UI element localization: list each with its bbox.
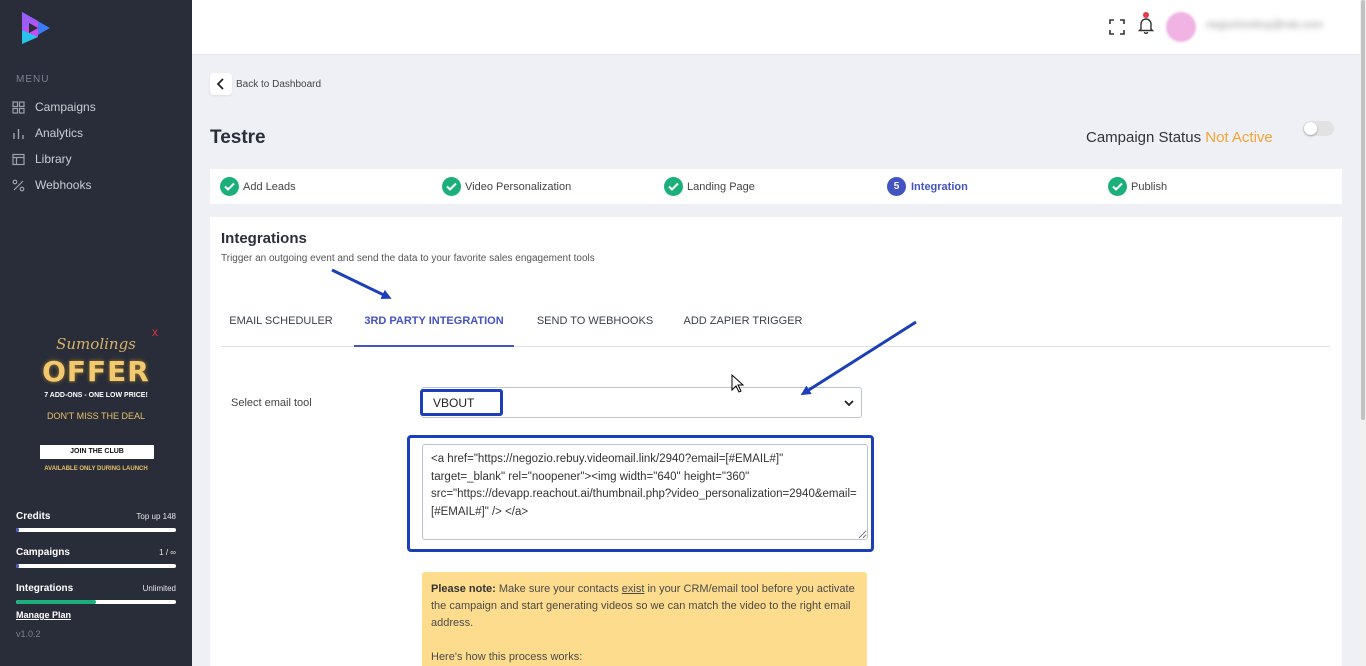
sidebar-item-label: Webhooks <box>35 178 92 192</box>
step-label: Add Leads <box>243 180 296 193</box>
status-label: Campaign Status <box>1086 129 1202 146</box>
campaign-status-toggle[interactable] <box>1303 121 1334 136</box>
sidebar-item-webhooks[interactable]: Webhooks <box>12 175 91 195</box>
tab-add-zapier-trigger[interactable]: ADD ZAPIER TRIGGER <box>676 305 810 347</box>
campaign-status: Campaign Status Not Active <box>1086 129 1273 146</box>
integrations-subtitle: Trigger an outgoing event and send the d… <box>221 253 595 264</box>
promo-script-title: Sumolings <box>56 335 136 353</box>
toggle-knob <box>1304 122 1317 135</box>
sidebar-item-library[interactable]: Library <box>12 149 72 169</box>
check-circle-icon <box>220 177 239 196</box>
topbar: negoziorebuy@reb.com <box>192 0 1360 55</box>
integration-tabs: EMAIL SCHEDULER 3RD PARTY INTEGRATION SE… <box>221 305 1330 347</box>
user-name[interactable]: negoziorebuy@reb.com <box>1206 19 1336 33</box>
promo-tagline: DON'T MISS THE DEAL <box>47 411 145 421</box>
step-label: Publish <box>1131 180 1168 193</box>
check-circle-icon <box>664 177 683 196</box>
usage-label: Credits <box>16 511 51 522</box>
note-bold: Please note: <box>431 583 496 595</box>
usage-credits: Credits Top up 148 <box>16 511 176 532</box>
webhook-icon <box>12 179 25 191</box>
step-label: Landing Page <box>687 180 755 193</box>
promo-offer-title: OFFER <box>42 355 150 388</box>
select-value: VBOUT <box>433 396 475 410</box>
sidebar-item-campaigns[interactable]: Campaigns <box>12 97 96 117</box>
credits-progress-fill <box>16 528 20 532</box>
note-paragraph: Please note: Make sure your contacts exi… <box>431 581 858 632</box>
integrations-title: Integrations <box>221 230 307 247</box>
campaigns-progress-bar <box>16 564 176 568</box>
bell-icon[interactable] <box>1137 16 1155 34</box>
note-panel: Please note: Make sure your contacts exi… <box>422 572 867 666</box>
sidebar-item-label: Analytics <box>35 126 84 140</box>
step-publish[interactable]: Publish <box>1108 177 1167 196</box>
step-label: Integration <box>911 180 968 193</box>
note-text: Make sure your contacts <box>495 583 622 595</box>
fullscreen-icon[interactable] <box>1108 18 1126 36</box>
campaign-stepper: Add Leads Video Personalization Landing … <box>210 169 1342 204</box>
note-process: Here's how this process works: <box>431 651 583 663</box>
library-icon <box>12 153 25 165</box>
step-video-personalization[interactable]: Video Personalization <box>442 177 571 196</box>
select-email-tool-label: Select email tool <box>231 397 312 409</box>
usage-integrations: Integrations Unlimited <box>16 583 176 604</box>
page-title: Testre <box>210 127 266 148</box>
scrollbar-thumb[interactable] <box>1361 0 1365 420</box>
campaigns-progress-fill <box>16 564 20 568</box>
chevron-down-icon <box>844 400 854 407</box>
bar-chart-icon <box>13 128 24 139</box>
check-circle-icon <box>442 177 461 196</box>
integrations-progress-bar <box>16 600 176 604</box>
promo-footer: AVAILABLE ONLY DURING LAUNCH <box>44 466 148 472</box>
back-button[interactable] <box>210 73 232 95</box>
integrations-card: Integrations Trigger an outgoing event a… <box>210 217 1342 666</box>
promo-subtitle: 7 ADD-ONS - ONE LOW PRICE! <box>44 392 148 399</box>
usage-label: Integrations <box>16 583 74 594</box>
avatar[interactable] <box>1166 12 1196 42</box>
back-to-dashboard-link[interactable]: Back to Dashboard <box>236 79 321 90</box>
step-landing-page[interactable]: Landing Page <box>664 177 755 196</box>
sidebar: MENU Campaigns Analytics Library Webhook… <box>0 0 192 666</box>
app-version: v1.0.2 <box>16 629 41 639</box>
chevron-left-icon <box>216 78 224 90</box>
tab-send-to-webhooks[interactable]: SEND TO WEBHOOKS <box>524 305 666 347</box>
step-label: Video Personalization <box>465 180 572 193</box>
manage-plan-link[interactable]: Manage Plan <box>16 610 71 620</box>
tab-email-scheduler[interactable]: EMAIL SCHEDULER <box>221 305 341 347</box>
sidebar-item-analytics[interactable]: Analytics <box>12 123 83 143</box>
usage-value: 1 / ∞ <box>159 548 176 557</box>
step-number: 5 <box>887 177 906 196</box>
exist-link[interactable]: exist <box>622 583 645 595</box>
sidebar-item-label: Campaigns <box>35 100 96 114</box>
menu-label: MENU <box>16 74 50 85</box>
grid-icon <box>12 100 25 114</box>
embed-code-textarea[interactable]: <a href="https://negozio.rebuy.videomail… <box>422 444 868 540</box>
step-integration[interactable]: 5 Integration <box>887 177 968 196</box>
usage-campaigns: Campaigns 1 / ∞ <box>16 547 176 568</box>
sidebar-item-label: Library <box>35 152 72 166</box>
email-tool-select[interactable]: VBOUT <box>421 387 862 418</box>
mouse-cursor-icon <box>731 374 745 393</box>
tab-3rd-party-integration[interactable]: 3RD PARTY INTEGRATION <box>354 305 514 347</box>
integrations-progress-fill <box>16 600 96 604</box>
promo-banner[interactable]: x Sumolings OFFER 7 ADD-ONS - ONE LOW PR… <box>28 325 168 485</box>
notification-badge <box>1143 12 1149 18</box>
reachout-logo[interactable] <box>18 10 54 46</box>
check-circle-icon <box>1108 177 1127 196</box>
page-scrollbar[interactable] <box>1360 0 1366 666</box>
usage-label: Campaigns <box>16 547 70 558</box>
usage-value: Unlimited <box>142 584 176 593</box>
top-up-link[interactable]: Top up 148 <box>136 512 176 521</box>
credits-progress-bar <box>16 528 176 532</box>
step-add-leads[interactable]: Add Leads <box>220 177 296 196</box>
join-club-button[interactable]: JOIN THE CLUB <box>40 445 154 459</box>
status-value: Not Active <box>1205 129 1273 146</box>
